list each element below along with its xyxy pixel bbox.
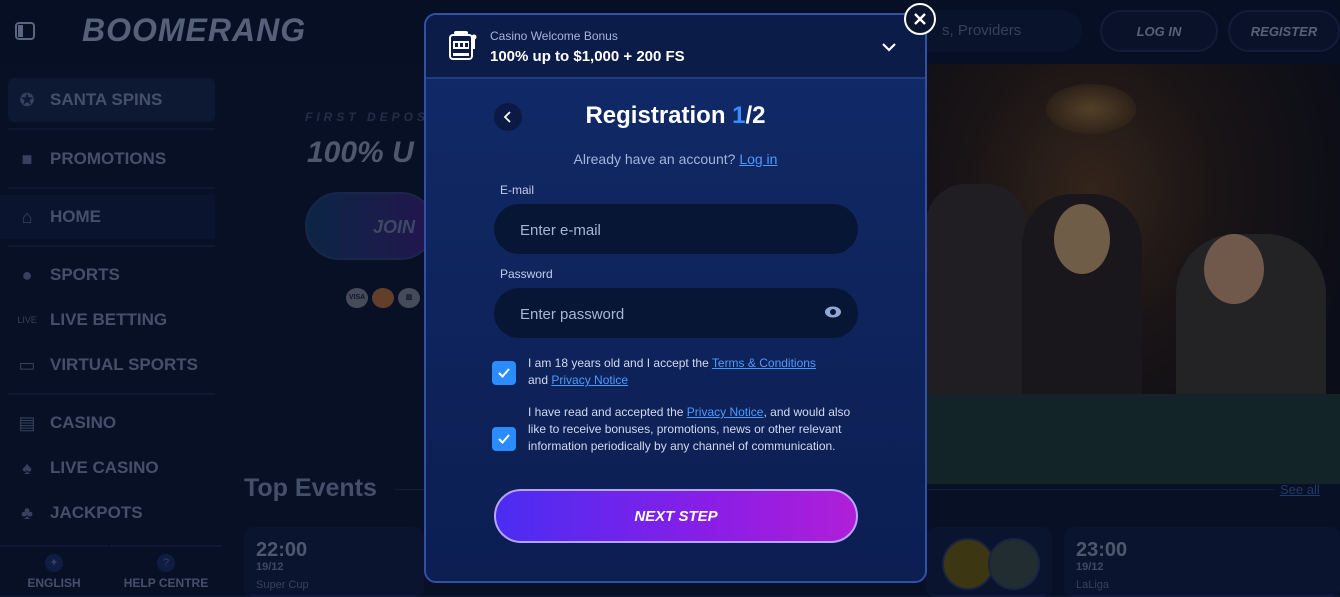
age-terms-checkbox[interactable] xyxy=(492,361,516,385)
login-prompt-text: Already have an account? xyxy=(573,151,740,167)
close-icon xyxy=(914,13,926,25)
marketing-consent-checkbox[interactable] xyxy=(492,427,516,451)
login-prompt: Already have an account? Log in xyxy=(426,151,925,167)
password-input[interactable] xyxy=(518,288,812,340)
email-label: E-mail xyxy=(500,183,535,197)
privacy-notice-link[interactable]: Privacy Notice xyxy=(687,405,764,419)
age-terms-text: I am 18 years old and I accept the Terms… xyxy=(528,355,858,389)
login-link[interactable]: Log in xyxy=(739,151,777,167)
bonus-offer: 100% up to $1,000 + 200 FS xyxy=(490,48,685,65)
terms-link[interactable]: Terms & Conditions xyxy=(712,356,816,370)
email-field[interactable] xyxy=(494,204,858,256)
password-field[interactable] xyxy=(494,288,858,340)
slot-machine-icon xyxy=(448,29,478,63)
password-label: Password xyxy=(500,267,553,281)
eye-icon[interactable] xyxy=(824,305,842,319)
bonus-subtitle: Casino Welcome Bonus xyxy=(490,29,618,43)
step-total: /2 xyxy=(745,102,766,129)
marketing-consent-text: I have read and accepted the Privacy Not… xyxy=(528,404,858,455)
registration-modal: Casino Welcome Bonus 100% up to $1,000 +… xyxy=(424,13,927,583)
close-modal-button[interactable] xyxy=(904,3,936,35)
check2-text1: I have read and accepted the xyxy=(528,405,687,419)
welcome-bonus-bar[interactable]: Casino Welcome Bonus 100% up to $1,000 +… xyxy=(426,15,925,79)
title-text: Registration xyxy=(585,102,733,129)
check1-text2: and xyxy=(528,373,552,387)
checkmark-icon xyxy=(498,434,510,444)
chevron-down-icon[interactable] xyxy=(880,39,898,55)
registration-title: Registration 1/2 xyxy=(426,102,925,130)
privacy-notice-link[interactable]: Privacy Notice xyxy=(551,373,628,387)
check1-text1: I am 18 years old and I accept the xyxy=(528,356,712,370)
step-current: 1 xyxy=(732,102,746,129)
checkmark-icon xyxy=(498,368,510,378)
next-step-button[interactable]: NEXT STEP xyxy=(494,489,858,543)
email-input[interactable] xyxy=(518,204,812,256)
